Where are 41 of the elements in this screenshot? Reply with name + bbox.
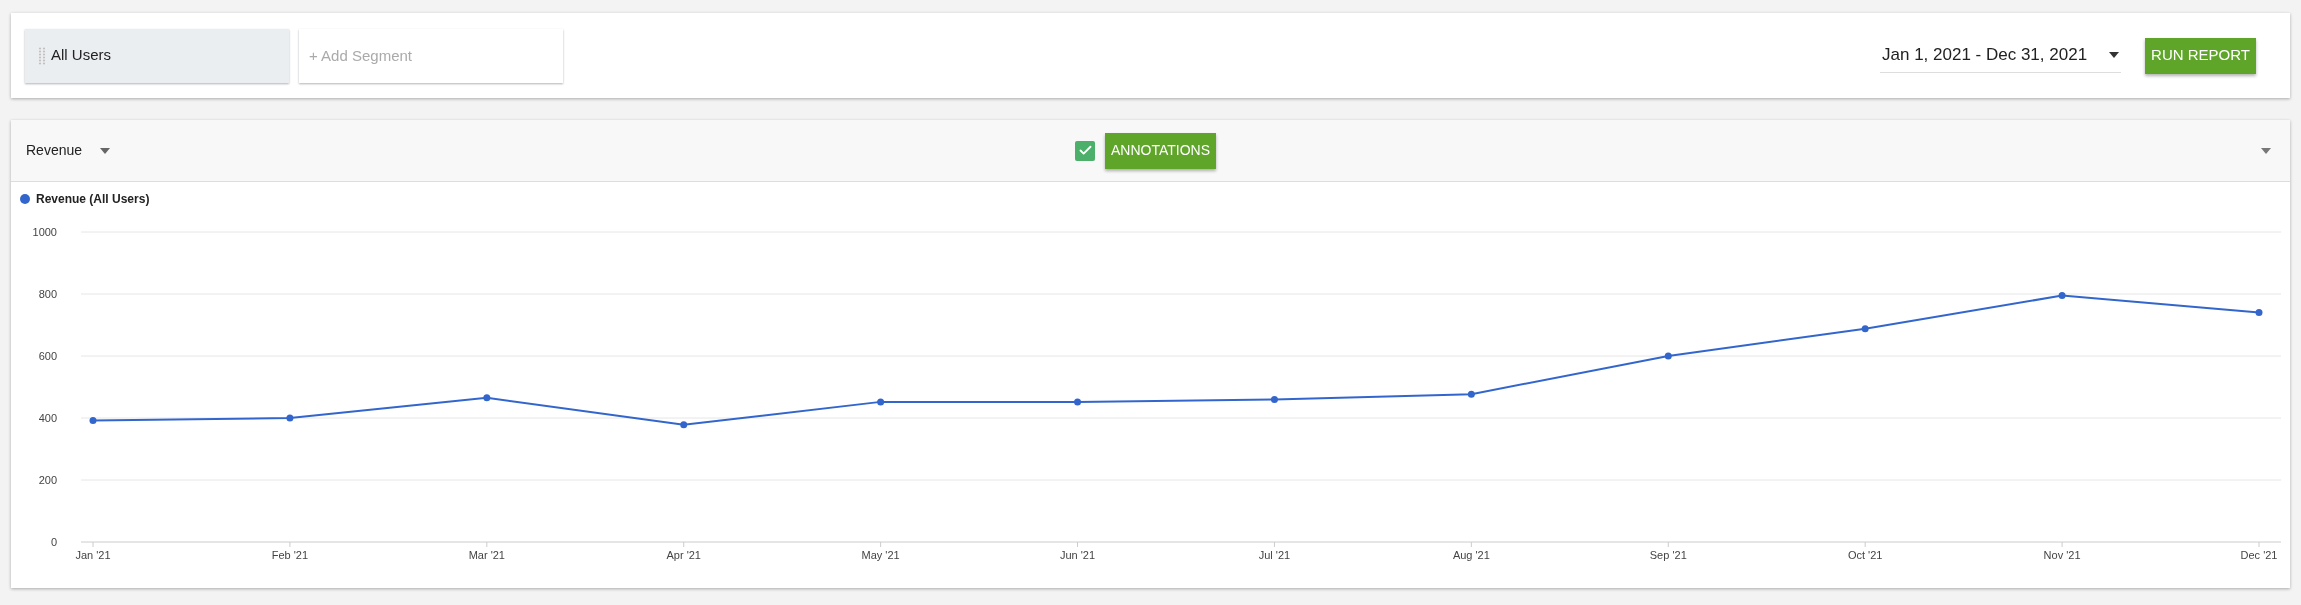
y-axis-label: 1000 [32, 226, 57, 238]
data-point [680, 421, 688, 429]
x-axis-label: Mar '21 [468, 549, 505, 561]
data-point [1270, 395, 1278, 403]
caret-icon [2109, 52, 2120, 58]
annotations-checkbox[interactable] [1075, 140, 1095, 161]
data-point [286, 414, 294, 422]
add-segment-field[interactable]: + Add Segment [299, 28, 563, 83]
metric-dropdown[interactable]: Revenue [26, 140, 111, 161]
y-axis-label: 0 [50, 536, 57, 548]
x-axis-label: Feb '21 [271, 549, 309, 561]
x-axis-label: Jun '21 [1060, 549, 1096, 561]
y-axis-label: 600 [38, 350, 57, 362]
x-axis-label: Sep '21 [1649, 549, 1687, 561]
x-axis-label: Apr '21 [666, 549, 701, 561]
y-axis-label: 400 [38, 412, 57, 424]
y-axis-label: 200 [38, 474, 57, 486]
data-point [1074, 398, 1082, 406]
data-point [2058, 292, 2066, 300]
x-axis-label: Jan '21 [75, 549, 111, 561]
legend-label: Revenue (All Users) [36, 192, 150, 206]
data-point [483, 394, 491, 402]
drag-handle-icon [39, 46, 45, 65]
data-point [877, 398, 885, 406]
x-axis-label: Nov '21 [2043, 549, 2081, 561]
check-icon [1077, 143, 1093, 158]
segment-chip[interactable]: All Users [25, 28, 289, 83]
date-range-dropdown[interactable]: Jan 1, 2021 - Dec 31, 2021 [1880, 38, 2122, 73]
data-point [1664, 352, 1672, 360]
data-point [2255, 309, 2263, 317]
caret-icon [100, 147, 111, 154]
x-axis-label: May '21 [861, 549, 900, 561]
caret-icon [2261, 147, 2271, 154]
x-axis-label: Oct '21 [1847, 549, 1883, 561]
data-point [1861, 325, 1869, 333]
data-point [89, 417, 97, 424]
data-point [1467, 390, 1475, 398]
x-axis-label: Dec '21 [2240, 549, 2278, 561]
y-axis-label: 800 [38, 288, 57, 300]
x-axis-label: Aug '21 [1452, 549, 1490, 561]
x-axis-label: Jul '21 [1258, 549, 1291, 561]
